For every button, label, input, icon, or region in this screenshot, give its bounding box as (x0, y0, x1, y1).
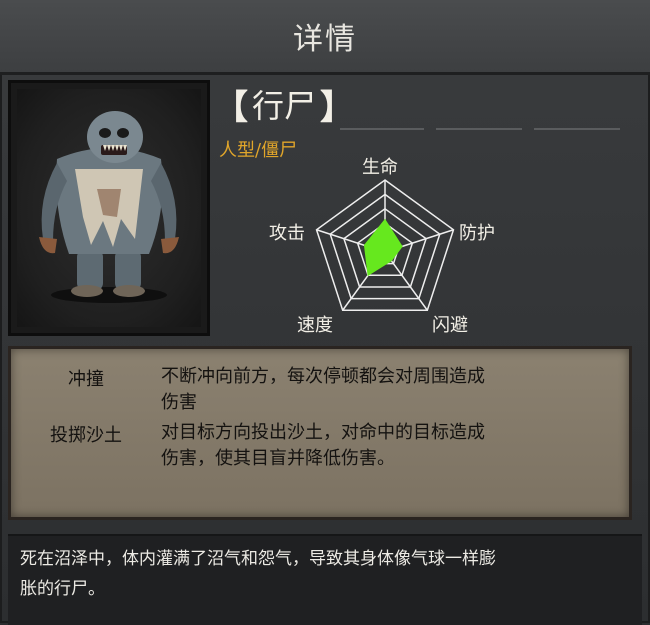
radar-value-area (363, 218, 403, 277)
skill-description-line: 对目标方向投出沙土，对命中的目标造成 (161, 422, 485, 443)
name-bracket-right: 】 (320, 87, 355, 128)
skill-description-line: 不断冲向前方，每次停顿都会对周围造成 (161, 366, 485, 387)
radar-label-speed: 速度 (297, 315, 333, 336)
lore-description-line: 胀的行尸。 (20, 579, 105, 599)
unit-subtype: 人型/僵尸 (219, 140, 298, 161)
header-bar: 详情 (0, 0, 650, 75)
radar-grid-ring (343, 207, 427, 288)
radar-grid-ring (356, 222, 414, 277)
skill-name: 投掷沙土 (50, 425, 122, 446)
name-bracket-left: 【 (214, 87, 248, 128)
unit-detail-panel: 详情 【 行尸 】 人型/僵尸 生命 防护 闪避 速度 攻击 冲撞 不断冲向前方… (0, 0, 650, 625)
unit-name-row: 【 行尸 】 (214, 80, 354, 128)
lore-description-box: 死在沼泽中，体内灌满了沼气和怨气，导致其身体像气球一样膨 胀的行尸。 (8, 534, 642, 625)
radar-label-attack: 攻击 (269, 223, 305, 244)
radar-grid-ring (370, 236, 400, 265)
unit-portrait-frame (8, 80, 210, 336)
radar-label-hp: 生命 (362, 157, 398, 178)
radar-spoke (316, 229, 386, 253)
radar-grid-ring (329, 193, 441, 300)
skill-name: 冲撞 (68, 369, 104, 390)
zombie-portrait-image (39, 111, 179, 303)
radar-grid-ring (315, 179, 455, 311)
page-title: 详情 (293, 22, 357, 57)
unit-name: 行尸 (252, 87, 317, 125)
radar-label-defense: 防护 (459, 223, 495, 244)
skill-description-line: 伤害 (161, 392, 197, 413)
radar-spoke (342, 251, 386, 311)
radar-spoke (384, 229, 454, 253)
unit-portrait (17, 89, 201, 327)
radar-spoke (384, 251, 428, 311)
radar-label-evasion: 闪避 (432, 315, 468, 336)
lore-description-line: 死在沼泽中，体内灌满了沼气和怨气，导致其身体像气球一样膨 (20, 549, 496, 569)
skills-panel: 冲撞 不断冲向前方，每次停顿都会对周围造成 伤害 投掷沙土 对目标方向投出沙土，… (8, 346, 632, 520)
skill-description-line: 伤害，使其目盲并降低伤害。 (161, 448, 395, 469)
